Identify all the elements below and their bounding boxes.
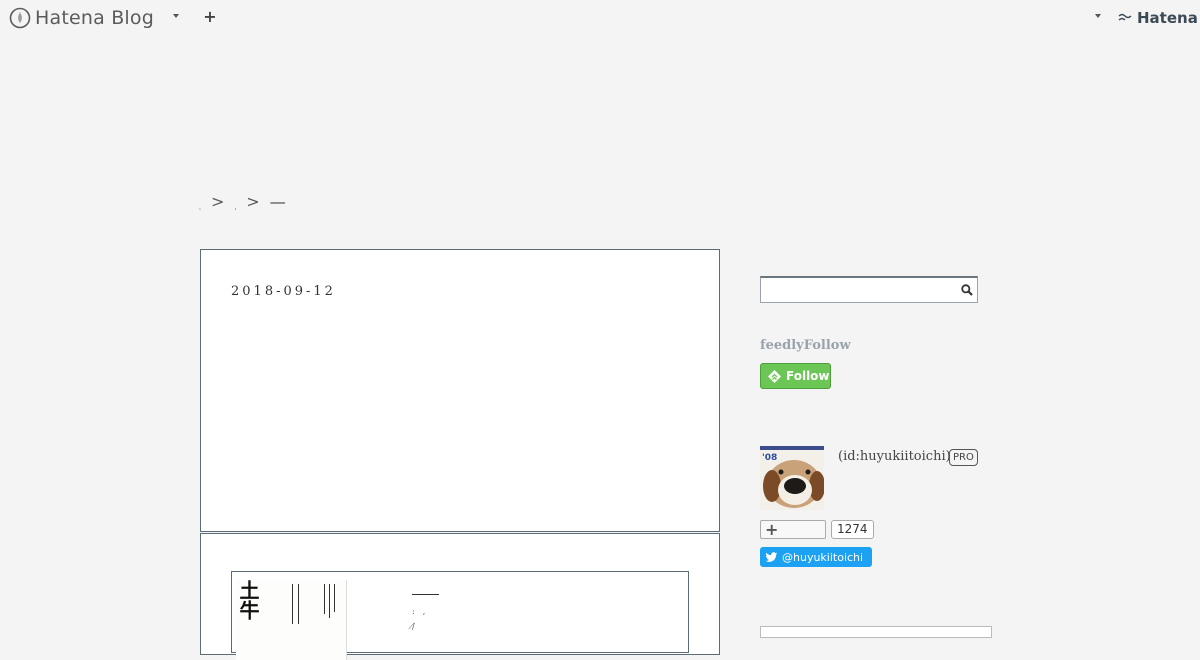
subscriber-count: 1274	[831, 520, 874, 539]
subscribe-button[interactable]: +	[760, 520, 826, 539]
feedly-icon	[768, 369, 781, 383]
pro-badge: PRO	[949, 449, 978, 466]
avatar[interactable]: '08	[760, 446, 824, 510]
logo-text: Hatena Blog	[35, 7, 154, 29]
entry-date[interactable]: 2018-09-12	[231, 284, 336, 299]
cover-text-line	[334, 584, 335, 612]
cover-text-line	[324, 584, 325, 614]
search-input[interactable]	[761, 278, 957, 303]
hatena-brand-link[interactable]: Hatena	[1118, 9, 1198, 27]
breadcrumb-current: —	[269, 192, 286, 211]
feedly-follow-button[interactable]: Follow	[760, 363, 831, 389]
cover-text-line	[298, 584, 299, 624]
feedly-module-title: feedlyFollow	[760, 338, 851, 353]
user-menu-caret-icon[interactable]	[1095, 14, 1101, 18]
breadcrumb-link-top[interactable]: ˌ	[199, 203, 201, 211]
book-cover-title: 土牛	[236, 580, 260, 620]
sidebar-module	[760, 626, 992, 638]
book-cover-image[interactable]: 土牛	[236, 580, 347, 660]
search-icon[interactable]	[961, 284, 973, 296]
entry-article: 土牛 : , /̸	[200, 533, 720, 660]
hatena-wave-icon	[1118, 13, 1132, 21]
twitter-follow-button[interactable]: @huyukiitoichi	[760, 547, 872, 567]
breadcrumb-separator: >	[210, 192, 225, 211]
search-box	[760, 276, 978, 303]
new-post-plus-icon[interactable]: +	[202, 8, 218, 26]
profile-user-id[interactable]: (id:huyukiitoichi)	[838, 449, 951, 464]
breadcrumb-separator: >	[246, 192, 260, 211]
hatena-brand-text: Hatena	[1137, 9, 1198, 27]
book-embed-card[interactable]: 土牛 : , /̸	[231, 571, 689, 660]
hatena-blog-logo-icon	[9, 7, 31, 29]
plus-icon: +	[765, 520, 779, 539]
svg-text:'08: '08	[762, 453, 777, 463]
book-meta: : ,	[412, 607, 426, 616]
blog-menu-caret-icon[interactable]	[173, 14, 179, 18]
cover-text-line	[329, 584, 330, 618]
entry-article: 2018-09-12	[200, 249, 720, 532]
hatena-blog-logo[interactable]: Hatena Blog	[9, 7, 154, 29]
feedly-follow-label: Follow	[786, 369, 830, 383]
cover-text-line	[292, 584, 293, 624]
breadcrumb-link-category[interactable]: ˌ	[234, 203, 236, 211]
twitter-handle: @huyukiitoichi	[782, 550, 864, 564]
breadcrumb: ˌ > ˌ > —	[199, 192, 286, 211]
book-title-rule	[412, 594, 439, 595]
global-header: Hatena Blog + Hatena	[0, 0, 1200, 36]
dog-avatar-image: '08	[760, 446, 824, 510]
twitter-bird-icon	[765, 551, 778, 562]
